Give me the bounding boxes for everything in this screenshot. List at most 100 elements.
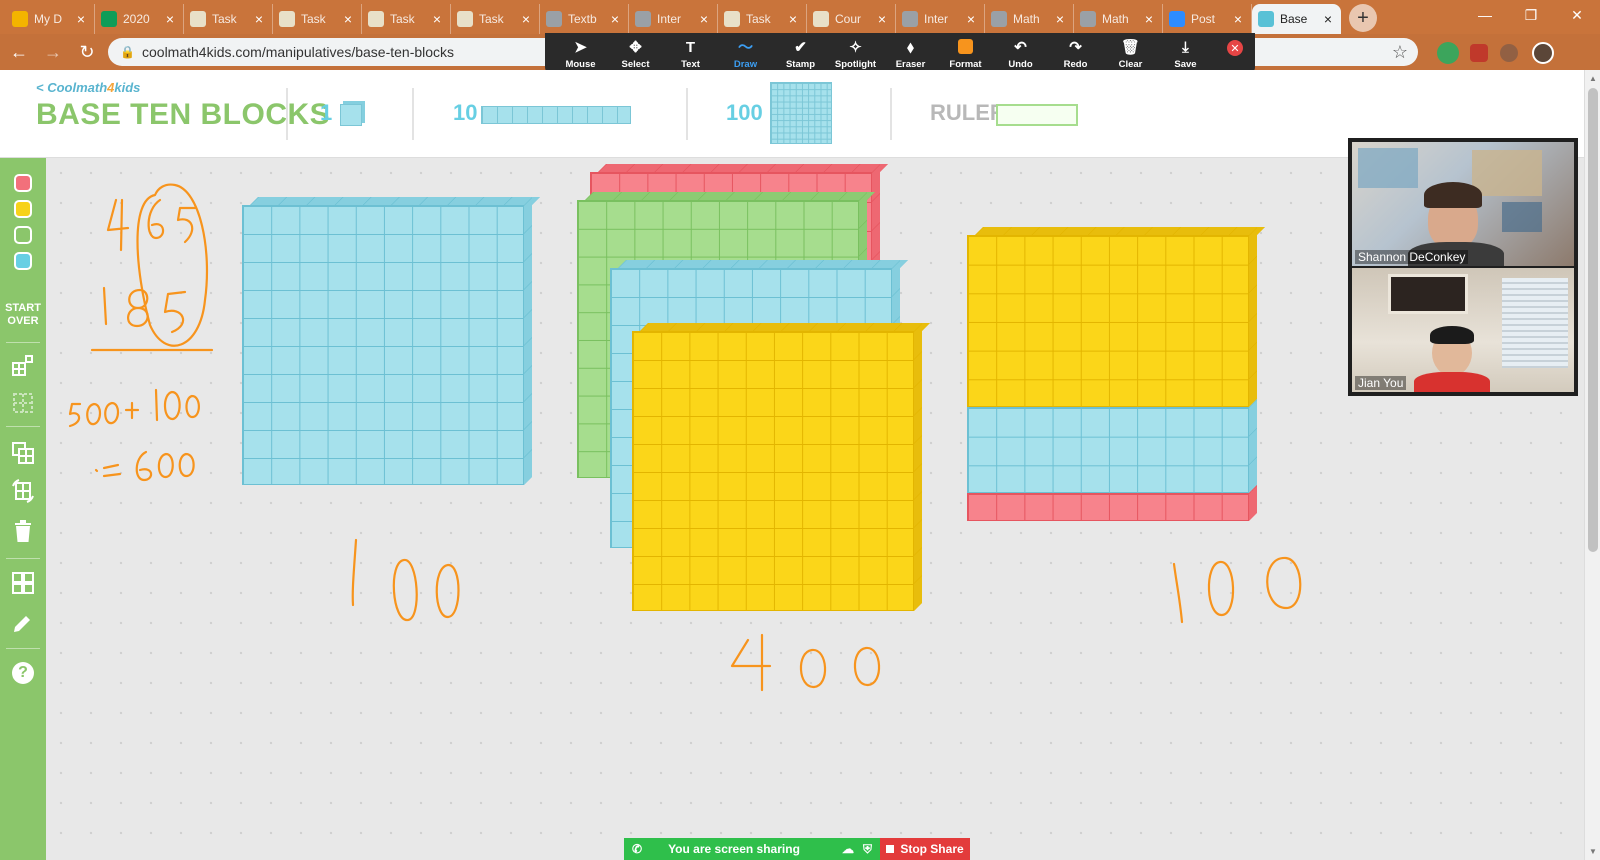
- browser-tab[interactable]: Base ×: [1252, 4, 1341, 34]
- close-tab-icon[interactable]: ×: [341, 11, 355, 27]
- browser-tab[interactable]: Task ×: [273, 4, 362, 34]
- divider: [412, 88, 414, 140]
- scroll-down-icon[interactable]: ▼: [1585, 847, 1600, 856]
- browser-tab[interactable]: Textb ×: [540, 4, 629, 34]
- extension-icon[interactable]: [1437, 42, 1459, 64]
- rods-yellow[interactable]: [967, 227, 1265, 407]
- color-swatch-green[interactable]: [14, 226, 32, 244]
- minimize-icon[interactable]: —: [1462, 0, 1508, 30]
- tool-spotlight[interactable]: ✧ Spotlight: [828, 33, 883, 75]
- video-tile-shannon[interactable]: Shannon DeConkey: [1352, 142, 1574, 266]
- block-top-edge: [585, 192, 875, 200]
- browser-tab[interactable]: Task ×: [362, 4, 451, 34]
- close-tab-icon[interactable]: ×: [875, 11, 889, 27]
- scroll-up-icon[interactable]: ▲: [1585, 74, 1600, 83]
- color-swatch-yellow[interactable]: [14, 200, 32, 218]
- calculator-icon[interactable]: [10, 570, 36, 596]
- rod-red[interactable]: [967, 485, 1257, 521]
- tool-mouse[interactable]: ➤ Mouse: [553, 33, 608, 75]
- color-swatch-red[interactable]: [14, 174, 32, 192]
- page-scrollbar[interactable]: ▲ ▼: [1584, 70, 1600, 860]
- restore-icon[interactable]: ❐: [1508, 0, 1554, 30]
- browser-tab[interactable]: Cour ×: [807, 4, 896, 34]
- help-icon[interactable]: ?: [10, 660, 36, 686]
- reload-icon[interactable]: ↻: [72, 37, 102, 67]
- close-tab-icon[interactable]: ×: [786, 11, 800, 27]
- video-tile-jian[interactable]: Jian You: [1352, 268, 1574, 392]
- rod-block-button[interactable]: [481, 106, 631, 124]
- unit-block-button[interactable]: [340, 104, 362, 126]
- new-tab-button[interactable]: +: [1349, 4, 1377, 32]
- zoom-video-panel[interactable]: Shannon DeConkey Jian You: [1348, 138, 1578, 396]
- close-tab-icon[interactable]: ×: [1142, 11, 1156, 27]
- flat-block-button[interactable]: [770, 82, 832, 144]
- tool-save[interactable]: ⤓ Save: [1158, 33, 1213, 75]
- close-tab-icon[interactable]: ×: [430, 11, 444, 27]
- tab-title: Math: [1013, 12, 1040, 26]
- tool-select[interactable]: ✥ Select: [608, 33, 663, 75]
- pencil-icon[interactable]: [10, 610, 36, 636]
- close-tab-icon[interactable]: ×: [519, 11, 533, 27]
- close-tab-icon[interactable]: ×: [1231, 11, 1245, 27]
- start-over-button[interactable]: START OVER: [0, 302, 46, 328]
- globe-icon: [1080, 11, 1096, 27]
- browser-tab[interactable]: Inter ×: [896, 4, 985, 34]
- break-apart-icon[interactable]: [10, 390, 36, 416]
- close-tab-icon[interactable]: ×: [697, 11, 711, 27]
- trash-icon[interactable]: [10, 518, 36, 544]
- extension-badge-icon[interactable]: [1470, 44, 1488, 62]
- ruler-button[interactable]: [996, 104, 1078, 126]
- browser-tab[interactable]: Task ×: [184, 4, 273, 34]
- close-tab-icon[interactable]: ×: [1053, 11, 1067, 27]
- redo-icon: ↷: [1069, 38, 1082, 56]
- tab-title: Task: [746, 12, 771, 26]
- tool-stamp[interactable]: ✔ Stamp: [773, 33, 828, 75]
- close-tab-icon[interactable]: ×: [163, 11, 177, 27]
- browser-tab[interactable]: Math ×: [985, 4, 1074, 34]
- tool-label: Format: [949, 58, 982, 70]
- tool-sidebar: START OVER ?: [0, 158, 46, 860]
- coolmath-logo[interactable]: < Coolmath4kids: [36, 80, 140, 95]
- duplicate-icon[interactable]: [10, 440, 36, 466]
- stop-share-button[interactable]: Stop Share: [880, 838, 970, 860]
- close-tab-icon[interactable]: ×: [608, 11, 622, 27]
- close-window-icon[interactable]: ✕: [1554, 0, 1600, 30]
- hundred-flat-blue[interactable]: [242, 197, 540, 485]
- browser-tab[interactable]: Task ×: [718, 4, 807, 34]
- browser-tab[interactable]: Inter ×: [629, 4, 718, 34]
- profile-avatar[interactable]: [1532, 42, 1554, 64]
- browser-tab[interactable]: My D ×: [6, 4, 95, 34]
- tool-undo[interactable]: ↶ Undo: [993, 33, 1048, 75]
- close-tab-icon[interactable]: ×: [964, 11, 978, 27]
- share-status[interactable]: ✆ You are screen sharing ☁ ⛨: [624, 838, 880, 860]
- extensions-puzzle-icon[interactable]: [1500, 44, 1518, 62]
- stop-icon: [886, 845, 895, 853]
- browser-tab[interactable]: Post ×: [1163, 4, 1252, 34]
- rods-blue[interactable]: [967, 399, 1257, 493]
- close-tab-icon[interactable]: ×: [252, 11, 266, 27]
- block-face: [242, 205, 524, 485]
- rotate-icon[interactable]: [10, 478, 36, 504]
- scrollbar-thumb[interactable]: [1588, 88, 1598, 552]
- close-tab-icon[interactable]: ×: [74, 11, 88, 27]
- browser-tab[interactable]: 2020 ×: [95, 4, 184, 34]
- forward-icon[interactable]: →: [38, 37, 68, 67]
- tool-draw[interactable]: 〜 Draw: [718, 33, 773, 75]
- hundred-flat-yellow[interactable]: [632, 323, 930, 611]
- bookmark-star-icon[interactable]: ☆: [1392, 42, 1408, 63]
- browser-tab[interactable]: Task ×: [451, 4, 540, 34]
- close-tab-icon[interactable]: ×: [1321, 11, 1335, 27]
- tool-redo[interactable]: ↷ Redo: [1048, 33, 1103, 75]
- close-toolbar-icon[interactable]: ✕: [1227, 40, 1243, 56]
- tool-text[interactable]: T Text: [663, 33, 718, 75]
- logo-text: < Coolmath: [36, 80, 108, 95]
- tool-eraser[interactable]: ⬧ Eraser: [883, 33, 938, 75]
- start-over-line-1: START: [5, 302, 41, 314]
- color-swatch-blue[interactable]: [14, 252, 32, 270]
- back-icon[interactable]: ←: [4, 37, 34, 67]
- tool-clear[interactable]: 🗑 Clear: [1103, 33, 1158, 75]
- cloud-icon: ☁: [842, 842, 854, 856]
- tool-format[interactable]: Format: [938, 33, 993, 75]
- browser-tab[interactable]: Math ×: [1074, 4, 1163, 34]
- group-blocks-icon[interactable]: [10, 352, 36, 378]
